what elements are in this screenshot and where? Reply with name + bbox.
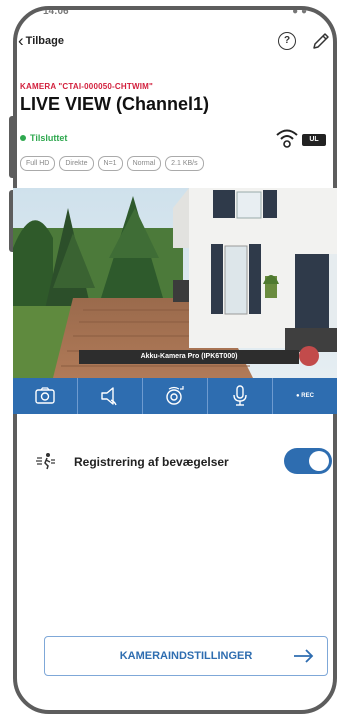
- stream-info-chips: Full HD Direkte N=1 Normal 2.1 KB/s: [20, 156, 204, 171]
- chip-bitrate: 2.1 KB/s: [165, 156, 204, 171]
- record-label: ● REC: [296, 393, 314, 399]
- snapshot-button[interactable]: [13, 378, 78, 414]
- chevron-left-icon: ‹: [18, 31, 24, 50]
- record-button[interactable]: ● REC: [273, 378, 337, 414]
- camera-rotate-button[interactable]: [143, 378, 208, 414]
- battery-icon: UL: [302, 134, 326, 146]
- video-controls-bar: ● REC: [13, 378, 337, 414]
- chip-quality: Normal: [126, 156, 162, 171]
- speaker-icon: [101, 387, 117, 406]
- arrow-right-icon: [294, 649, 314, 663]
- camera-rotate-icon: [166, 386, 184, 405]
- wifi-icon: [274, 126, 300, 150]
- camera-settings-button[interactable]: KAMERAINDSTILLINGER: [44, 636, 328, 676]
- motion-detection-icon: [36, 453, 55, 470]
- chip-resolution: Full HD: [20, 156, 56, 171]
- chip-mode: Direkte: [59, 156, 94, 171]
- chip-viewers: N=1: [97, 156, 123, 171]
- motion-detection-row: Registrering af bevægelser: [36, 448, 332, 476]
- connection-status: Tilsluttet: [20, 133, 67, 143]
- motion-detection-label: Registrering af bevægelser: [74, 455, 229, 469]
- speaker-button[interactable]: [78, 378, 143, 414]
- status-time: 14:06: [43, 6, 69, 17]
- status-bar: 14:06 ● ●: [17, 10, 333, 24]
- connection-label: Tilsluttet: [30, 133, 68, 143]
- status-dot: [20, 135, 26, 141]
- microphone-icon: [233, 385, 247, 406]
- microphone-button[interactable]: [208, 378, 273, 414]
- pencil-icon[interactable]: [310, 30, 332, 52]
- top-bar: ‹ Tilbage ?: [14, 30, 334, 54]
- page-title: LIVE VIEW (Channel1): [20, 94, 210, 114]
- toggle-knob: [309, 451, 329, 471]
- back-label: Tilbage: [25, 34, 64, 47]
- status-indicators: ● ●: [292, 6, 307, 17]
- motion-detection-toggle[interactable]: [284, 448, 332, 474]
- camera-settings-label: KAMERAINDSTILLINGER: [119, 650, 253, 662]
- back-button[interactable]: ‹ Tilbage: [18, 32, 64, 49]
- help-button[interactable]: ?: [278, 32, 296, 50]
- video-caption: Akku-Kamera Pro (IPK6T000): [79, 350, 299, 364]
- snapshot-icon: [35, 387, 55, 404]
- camera-id: KAMERA "CTAI-000050-CHTWIM": [20, 82, 153, 91]
- live-video-feed[interactable]: Akku-Kamera Pro (IPK6T000): [13, 188, 337, 378]
